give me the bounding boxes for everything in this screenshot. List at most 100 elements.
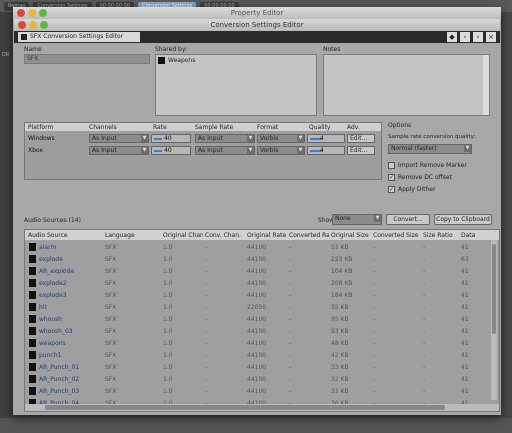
vertical-scrollbar[interactable]: [491, 240, 497, 400]
outer-title-bar[interactable]: Property Editor: [13, 7, 501, 19]
table-row[interactable]: explode SFX 1.0 - 44100 - 223 KB - - 63: [25, 253, 499, 265]
channels-dropdown[interactable]: As Input ▼: [89, 146, 149, 155]
inner-close-button[interactable]: [18, 21, 26, 29]
rate-slider[interactable]: 40: [151, 134, 191, 143]
table-row[interactable]: AR_explode SFX 1.0 - 44100 - 104 KB - - 41: [25, 265, 499, 277]
format-col-quality[interactable]: Quality: [309, 124, 330, 131]
audio-source-name[interactable]: AR_Punch_01: [39, 364, 79, 371]
col-language[interactable]: Language: [105, 232, 155, 239]
quality-slider[interactable]: 4: [307, 146, 345, 155]
col-data[interactable]: Data: [461, 232, 489, 239]
table-row[interactable]: AR_Punch_03 SFX 1.0 - 44100 - 31 KB - - 41: [25, 385, 499, 397]
audio-source-name[interactable]: AR_Punch_03: [39, 388, 79, 395]
audio-source-name[interactable]: weapons: [39, 340, 66, 347]
format-dropdown[interactable]: Vorbis ▼: [257, 146, 305, 155]
audio-source-name[interactable]: whoosh: [39, 316, 62, 323]
chevron-down-icon: ▼: [297, 135, 304, 142]
channels-dropdown[interactable]: As Input ▼: [89, 134, 149, 143]
col-converted-size[interactable]: Converted Size: [373, 232, 421, 239]
audio-source-name[interactable]: explode2: [39, 280, 67, 287]
shared-by-item[interactable]: Weapons: [168, 57, 195, 64]
notes-scrollbar[interactable]: [483, 55, 489, 115]
lock-icon[interactable]: ◆: [447, 32, 457, 42]
col-original-size[interactable]: Original Size: [331, 232, 371, 239]
edit-advanced-button[interactable]: Edit...: [347, 134, 375, 143]
col-original-rate[interactable]: Original Rate: [247, 232, 287, 239]
audio-source-name[interactable]: hit: [39, 304, 47, 311]
close-icon[interactable]: ×: [486, 32, 496, 42]
col-audio-source[interactable]: Audio Source: [28, 232, 98, 239]
sound-icon: [29, 327, 36, 335]
cell-cch: -: [205, 388, 208, 395]
chevron-down-icon: ▼: [297, 147, 304, 154]
format-col-adv[interactable]: Adv.: [347, 124, 360, 131]
table-row[interactable]: weapons SFX 1.0 - 44100 - 48 KB - - 41: [25, 337, 499, 349]
outer-minimize-button[interactable]: [28, 9, 36, 17]
cell-lang: SFX: [105, 328, 117, 335]
table-row[interactable]: AR_Punch_01 SFX 1.0 - 44100 - 33 KB - - 41: [25, 361, 499, 373]
edit-advanced-button[interactable]: Edit...: [347, 146, 375, 155]
rate-slider[interactable]: 40: [151, 146, 191, 155]
cell-cch: -: [205, 352, 208, 359]
sample-rate-dropdown[interactable]: As Input ▼: [195, 146, 255, 155]
copy-to-clipboard-button[interactable]: Copy to Clipboard: [434, 214, 492, 225]
table-row[interactable]: explode2 SFX 1.0 - 44100 - 208 KB - - 41: [25, 277, 499, 289]
vertical-scroll-thumb[interactable]: [492, 244, 496, 334]
col-converted-rate[interactable]: Converted Rate: [289, 232, 329, 239]
table-row[interactable]: punch1 SFX 1.0 - 44100 - 42 KB - - 41: [25, 349, 499, 361]
format-col-rate[interactable]: Rate: [153, 124, 167, 131]
cell-data: 41: [461, 280, 469, 287]
quality-slider[interactable]: 4: [307, 134, 345, 143]
cell-lang: SFX: [105, 364, 117, 371]
format-col-platform[interactable]: Platform: [28, 124, 53, 131]
apply-dither-checkbox[interactable]: ✓: [388, 186, 395, 193]
inner-minimize-button[interactable]: [29, 21, 37, 29]
document-tab[interactable]: SFX Conversion Settings Editor: [18, 32, 140, 42]
remove-dc-offset-checkbox[interactable]: ✓: [388, 174, 395, 181]
format-col-sample-rate[interactable]: Sample Rate: [195, 124, 233, 131]
import-remove-marker-checkbox[interactable]: [388, 162, 395, 169]
table-row[interactable]: whoosh SFX 1.0 - 44100 - 95 KB - - 41: [25, 313, 499, 325]
format-col-channels[interactable]: Channels: [89, 124, 117, 131]
audio-source-name[interactable]: explode3: [39, 292, 67, 299]
cell-data: 63: [461, 256, 469, 263]
horizontal-scrollbar[interactable]: [25, 404, 499, 411]
outer-zoom-button[interactable]: [39, 9, 47, 17]
inner-title-bar[interactable]: Conversion Settings Editor: [14, 19, 500, 31]
shared-by-list[interactable]: Weapons: [155, 54, 317, 116]
forward-icon[interactable]: ›: [473, 32, 483, 42]
table-row[interactable]: AR_Punch_02 SFX 1.0 - 44100 - 32 KB - - 41: [25, 373, 499, 385]
show-dropdown[interactable]: None ▼: [332, 214, 382, 225]
audio-source-name[interactable]: punch1: [39, 352, 61, 359]
cell-osize: 35 KB: [331, 304, 349, 311]
format-dropdown[interactable]: Vorbis ▼: [257, 134, 305, 143]
table-row[interactable]: hit SFX 1.0 - 22050 - 35 KB - - 41: [25, 301, 499, 313]
name-field[interactable]: SFX: [24, 54, 150, 64]
audio-source-name[interactable]: alarm: [39, 244, 56, 251]
table-row[interactable]: whoosh_03 SFX 1.0 - 44100 - 93 KB - - 41: [25, 325, 499, 337]
notes-field[interactable]: [323, 54, 490, 116]
audio-source-name[interactable]: explode: [39, 256, 63, 263]
col-original-chan[interactable]: Original Chan.: [163, 232, 203, 239]
sample-rate-quality-dropdown[interactable]: Normal (faster) ▼: [388, 144, 472, 154]
name-label: Name: [24, 46, 42, 53]
cell-csize: -: [373, 328, 376, 335]
audio-source-name[interactable]: AR_Punch_02: [39, 376, 79, 383]
sound-icon: [29, 387, 36, 395]
outer-close-button[interactable]: [17, 9, 25, 17]
sample-rate-dropdown[interactable]: As Input ▼: [195, 134, 255, 143]
format-col-format[interactable]: Format: [257, 124, 278, 131]
audio-source-name[interactable]: whoosh_03: [39, 328, 73, 335]
convert-button[interactable]: Convert...: [386, 214, 430, 225]
table-row[interactable]: alarm SFX 1.0 - 44100 - 51 KB - - 41: [25, 241, 499, 253]
chevron-down-icon: ▼: [141, 135, 148, 142]
table-row[interactable]: explode3 SFX 1.0 - 44100 - 184 KB - - 41: [25, 289, 499, 301]
horizontal-scroll-thumb[interactable]: [45, 405, 445, 410]
inner-zoom-button[interactable]: [40, 21, 48, 29]
col-size-ratio[interactable]: Size Ratio: [423, 232, 459, 239]
col-conv-chan[interactable]: Conv. Chan.: [205, 232, 245, 239]
back-icon[interactable]: ‹: [460, 32, 470, 42]
cell-ratio: -: [423, 376, 426, 383]
audio-source-name[interactable]: AR_explode: [39, 268, 74, 275]
sound-icon: [29, 363, 36, 371]
